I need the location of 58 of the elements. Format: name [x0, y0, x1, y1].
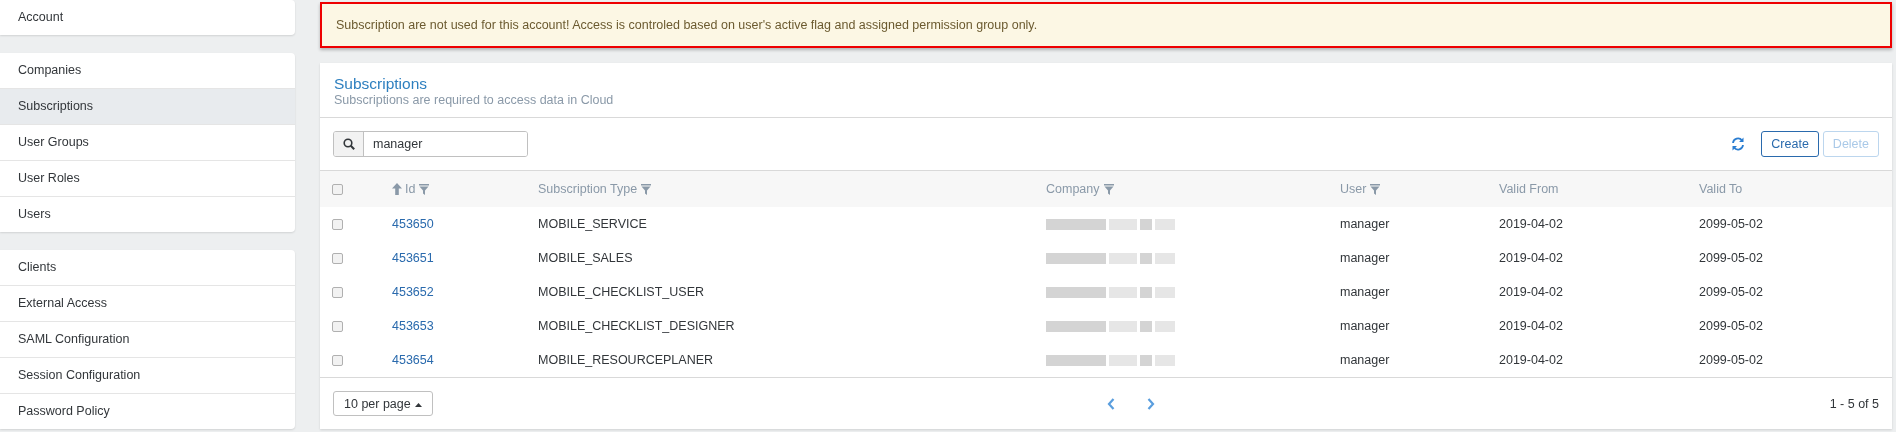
sidebar-item[interactable]: Users [0, 196, 295, 232]
id-link[interactable]: 453650 [392, 217, 434, 231]
search-field[interactable]: manager [333, 131, 528, 157]
sidebar-item[interactable]: User Groups [0, 124, 295, 160]
table-cell: manager [1340, 319, 1390, 333]
table-cell: 2019-04-02 [1499, 353, 1563, 367]
table-cell: 2099-05-02 [1699, 319, 1763, 333]
table-cell: MOBILE_CHECKLIST_USER [538, 285, 705, 299]
row-checkbox[interactable] [332, 252, 343, 264]
row-checkbox[interactable] [332, 354, 343, 366]
refresh-icon[interactable] [1731, 137, 1746, 151]
id-link[interactable]: 453651 [392, 251, 434, 265]
table-cell: MOBILE_RESOURCEPLANER [538, 353, 714, 367]
table-cell: manager [1340, 353, 1390, 367]
table-cell: manager [1340, 285, 1390, 299]
table-cell: 2019-04-02 [1499, 251, 1563, 265]
sidebar-item[interactable]: User Roles [0, 160, 295, 196]
table-cell: MOBILE_CHECKLIST_DESIGNER [538, 319, 735, 333]
sidebar-item[interactable]: Clients [0, 250, 295, 285]
table-cell: 2019-04-02 [1499, 319, 1563, 333]
id-link[interactable]: 453654 [392, 353, 434, 367]
warning-banner: Subscription are not used for this account! Access is controled based on user's active flag and assigned permission group only. [320, 2, 1892, 48]
table-cell: MOBILE_SALES [538, 251, 633, 265]
table-cell: manager [1340, 217, 1390, 231]
table-cell: manager [1340, 251, 1390, 265]
sidebar-item[interactable]: Companies [0, 53, 295, 88]
table-cell: 2099-05-02 [1699, 251, 1763, 265]
search-button[interactable] [334, 132, 364, 156]
page-size-dropdown[interactable]: 10 per page [333, 391, 433, 416]
card-subtitle: Subscriptions are required to access data in Cloud [334, 93, 614, 107]
sidebar-item[interactable]: SAML Configuration [0, 321, 295, 357]
row-checkbox[interactable] [332, 286, 343, 298]
table-cell: 2019-04-02 [1499, 285, 1563, 299]
sidebar-item[interactable]: Account [0, 0, 295, 35]
id-link[interactable]: 453652 [392, 285, 434, 299]
table-cell: 2099-05-02 [1699, 353, 1763, 367]
table-cell: 2019-04-02 [1499, 217, 1563, 231]
action-button[interactable]: Create [1761, 131, 1819, 157]
filter-icon[interactable] [641, 183, 652, 195]
search-icon [342, 138, 355, 150]
table-cell: MOBILE_SERVICE [538, 217, 647, 231]
card-title: Subscriptions [334, 74, 428, 93]
page-range: 1 - 5 of 5 [1829, 396, 1879, 411]
table-cell: 2099-05-02 [1699, 217, 1763, 231]
table-cell: 2099-05-02 [1699, 285, 1763, 299]
row-checkbox[interactable] [332, 218, 343, 230]
caret-up-icon [414, 402, 422, 407]
sidebar-item[interactable]: Password Policy [0, 393, 295, 429]
filter-icon[interactable] [1103, 183, 1114, 195]
sidebar-item[interactable]: Subscriptions [0, 88, 295, 124]
select-all-checkbox[interactable] [332, 183, 343, 195]
sort-ascending-icon[interactable] [392, 183, 402, 195]
filter-icon[interactable] [1370, 183, 1381, 195]
sidebar-item[interactable]: External Access [0, 285, 295, 321]
sidebar-item[interactable]: Session Configuration [0, 357, 295, 393]
row-checkbox[interactable] [332, 320, 343, 332]
id-link[interactable]: 453653 [392, 319, 434, 333]
filter-icon[interactable] [419, 183, 430, 195]
